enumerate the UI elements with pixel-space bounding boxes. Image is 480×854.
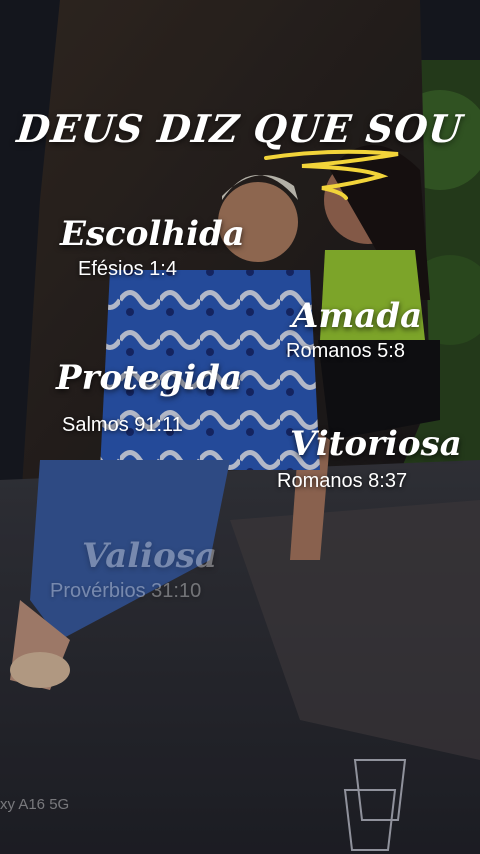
word-vitoriosa: Vitoriosa xyxy=(290,424,462,464)
word-amada: Amada xyxy=(292,296,423,336)
ref-amada: Romanos 5:8 xyxy=(286,340,405,362)
ref-valiosa: Provérbios 31:10 xyxy=(50,580,202,602)
word-escolhida: Escolhida xyxy=(60,214,245,254)
word-protegida: Protegida xyxy=(56,358,242,398)
ref-protegida: Salmos 91:11 xyxy=(62,414,183,436)
page-title: DEUS DIZ QUE SOU xyxy=(14,106,466,151)
ref-escolhida: Efésios 1:4 xyxy=(78,258,177,280)
word-valiosa: Valiosa xyxy=(82,536,217,576)
camera-watermark: xy A16 5G xyxy=(0,796,70,813)
ref-vitoriosa: Romanos 8:37 xyxy=(277,470,408,492)
underline-squiggle xyxy=(264,149,399,200)
